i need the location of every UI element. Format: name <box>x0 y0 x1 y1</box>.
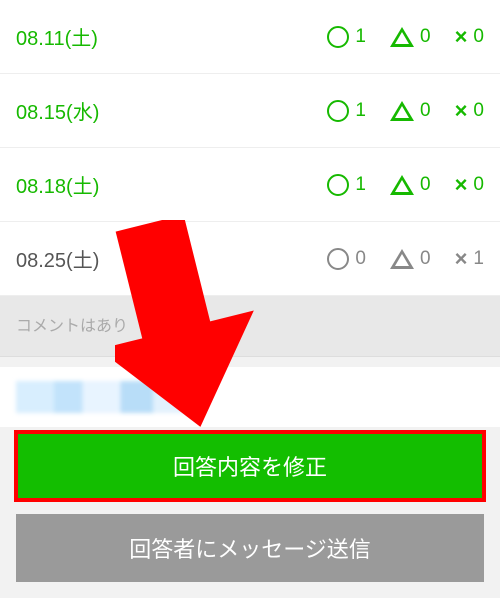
date-label: 08.18(土) <box>16 170 99 199</box>
circle-icon <box>327 100 349 122</box>
count-value: 1 <box>355 100 366 122</box>
date-row[interactable]: 08.25(土) 0 0 ×1 <box>0 222 500 296</box>
count-value: 0 <box>420 26 431 48</box>
count-value: 0 <box>473 174 484 196</box>
counts-group: 1 0 ×0 <box>327 100 484 122</box>
count-circle: 0 <box>327 248 366 270</box>
circle-icon <box>327 26 349 48</box>
send-message-button[interactable]: 回答者にメッセージ送信 <box>16 514 484 582</box>
x-icon: × <box>455 100 468 122</box>
count-circle: 1 <box>327 26 366 48</box>
count-circle: 1 <box>327 100 366 122</box>
date-row[interactable]: 08.15(水) 1 0 ×0 <box>0 74 500 148</box>
count-value: 0 <box>420 248 431 270</box>
count-triangle: 0 <box>390 174 431 196</box>
count-value: 0 <box>473 100 484 122</box>
edit-answer-button[interactable]: 回答内容を修正 <box>16 432 484 500</box>
comment-placeholder: コメントはあり <box>16 318 128 335</box>
count-x: ×0 <box>455 26 484 48</box>
count-triangle: 0 <box>390 248 431 270</box>
date-label: 08.15(水) <box>16 96 99 125</box>
circle-icon <box>327 174 349 196</box>
comment-section: コメントはあり <box>0 296 500 357</box>
count-value: 1 <box>355 26 366 48</box>
counts-group: 1 0 ×0 <box>327 174 484 196</box>
count-triangle: 0 <box>390 26 431 48</box>
count-x: ×0 <box>455 174 484 196</box>
count-value: 1 <box>355 174 366 196</box>
date-label: 08.11(土) <box>16 22 98 51</box>
button-group: 回答内容を修正 回答者にメッセージ送信 <box>0 427 500 598</box>
date-row[interactable]: 08.18(土) 1 0 ×0 <box>0 148 500 222</box>
count-value: 0 <box>420 174 431 196</box>
x-icon: × <box>455 26 468 48</box>
triangle-icon <box>390 27 414 47</box>
triangle-icon <box>390 175 414 195</box>
user-info-section <box>0 367 500 427</box>
date-list: 08.11(土) 1 0 ×0 08.15(水) 1 0 ×0 08.18(土)… <box>0 0 500 296</box>
x-icon: × <box>455 248 468 270</box>
x-icon: × <box>455 174 468 196</box>
date-row[interactable]: 08.11(土) 1 0 ×0 <box>0 0 500 74</box>
count-value: 0 <box>420 100 431 122</box>
redacted-content <box>16 381 206 413</box>
count-x: ×1 <box>455 248 484 270</box>
triangle-icon <box>390 249 414 269</box>
count-triangle: 0 <box>390 100 431 122</box>
counts-group: 1 0 ×0 <box>327 26 484 48</box>
count-value: 1 <box>473 248 484 270</box>
counts-group: 0 0 ×1 <box>327 248 484 270</box>
count-value: 0 <box>473 26 484 48</box>
count-value: 0 <box>355 248 366 270</box>
count-circle: 1 <box>327 174 366 196</box>
triangle-icon <box>390 101 414 121</box>
circle-icon <box>327 248 349 270</box>
count-x: ×0 <box>455 100 484 122</box>
date-label: 08.25(土) <box>16 244 99 273</box>
